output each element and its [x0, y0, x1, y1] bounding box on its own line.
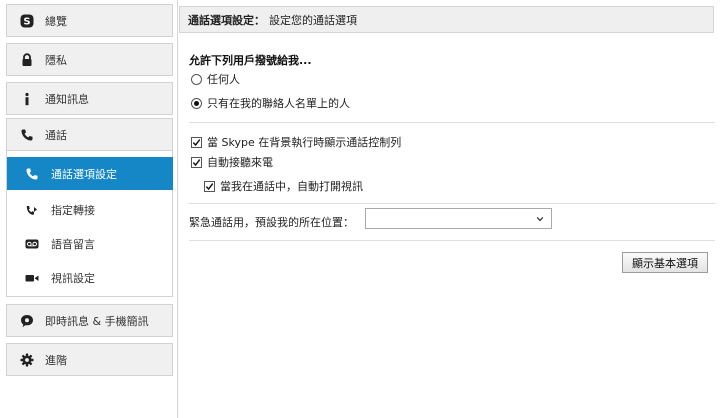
sidebar-item-label: 通知訊息	[45, 92, 89, 106]
panel-header: 通話選項設定： 設定您的通話選項	[179, 6, 714, 33]
checkbox-label: 當我在通話中，自動打開視訊	[220, 180, 363, 193]
checkbox-checked[interactable]	[191, 156, 202, 168]
divider	[189, 240, 715, 241]
sidebar-item-privacy[interactable]: 隱私	[6, 43, 173, 76]
checkmark-icon	[192, 138, 201, 146]
checkbox-auto-start-video[interactable]: 當我在通話中，自動打開視訊	[204, 178, 363, 194]
show-basic-options-button[interactable]: 顯示基本選項	[622, 252, 708, 273]
sidebar-subitem-label: 視訊設定	[51, 271, 95, 285]
sidebar-item-call-forwarding[interactable]: 指定轉接	[7, 193, 173, 226]
panel-subtitle: 設定您的通話選項	[269, 13, 357, 27]
radio-label: 只有在我的聯絡人名單上的人	[207, 97, 350, 110]
calls-submenu: 通話選項設定 指定轉接 語音留言 視訊設定	[6, 151, 173, 297]
radio-button-checked[interactable]	[191, 97, 202, 109]
checkbox-checked[interactable]	[204, 180, 215, 192]
checkmark-icon	[205, 182, 214, 190]
sidebar-subitem-label: 語音留言	[51, 237, 95, 251]
settings-sidebar: S 總覽 隱私 通知訊息 通話 通話選項設定 指定轉接 語音留言 視訊設定 即時…	[0, 0, 178, 418]
sidebar-item-calls[interactable]: 通話	[6, 118, 173, 151]
sidebar-item-general[interactable]: S 總覽	[6, 4, 173, 37]
sidebar-item-label: 通話	[45, 128, 67, 142]
info-icon	[20, 92, 34, 106]
video-camera-icon	[25, 271, 39, 285]
sidebar-item-call-settings[interactable]: 通話選項設定	[7, 157, 173, 190]
call-settings-panel: 通話選項設定： 設定您的通話選項 允許下列用戶撥號給我... 任何人 只有在我的…	[179, 0, 720, 418]
checkbox-show-call-controls[interactable]: 當 Skype 在背景執行時顯示通話控制列	[191, 134, 401, 150]
skype-icon: S	[20, 14, 34, 28]
voicemail-icon	[25, 237, 39, 251]
radio-anyone[interactable]: 任何人	[191, 71, 240, 87]
sidebar-item-label: 總覽	[45, 14, 67, 28]
sidebar-subitem-label: 通話選項設定	[51, 167, 117, 181]
sidebar-item-messaging-sms[interactable]: 即時訊息 & 手機簡訊	[6, 304, 173, 337]
radio-contacts-only[interactable]: 只有在我的聯絡人名單上的人	[191, 95, 350, 111]
emergency-location-dropdown[interactable]	[365, 208, 552, 229]
sidebar-item-advanced[interactable]: 進階	[6, 343, 173, 376]
checkbox-auto-answer[interactable]: 自動接聽來電	[191, 154, 273, 170]
checkbox-checked[interactable]	[191, 136, 202, 148]
call-forward-icon	[25, 203, 39, 217]
panel-title: 通話選項設定：	[188, 13, 265, 27]
sidebar-subitem-label: 指定轉接	[51, 203, 95, 217]
checkmark-icon	[192, 158, 201, 166]
sidebar-item-label: 即時訊息 & 手機簡訊	[45, 314, 149, 328]
divider	[189, 203, 715, 204]
radio-button-unchecked[interactable]	[191, 73, 202, 85]
svg-text:S: S	[23, 16, 30, 27]
sidebar-item-label: 進階	[45, 353, 67, 367]
checkbox-label: 當 Skype 在背景執行時顯示通話控制列	[207, 136, 402, 149]
checkbox-label: 自動接聽來電	[207, 156, 273, 169]
gear-icon	[20, 353, 34, 367]
chevron-down-icon	[536, 216, 544, 222]
sidebar-item-video-settings[interactable]: 視訊設定	[7, 261, 173, 294]
divider	[189, 122, 715, 123]
phone-icon	[25, 167, 39, 181]
emergency-location-label: 緊急通話用，預設我的所在位置：	[189, 216, 354, 229]
lock-icon	[20, 52, 34, 67]
sidebar-item-notifications[interactable]: 通知訊息	[6, 82, 173, 115]
sidebar-item-voicemail[interactable]: 語音留言	[7, 227, 173, 260]
allow-calls-title: 允許下列用戶撥號給我...	[189, 54, 312, 67]
sidebar-item-label: 隱私	[45, 53, 67, 67]
phone-icon	[20, 128, 34, 142]
radio-label: 任何人	[207, 73, 240, 86]
chat-bubble-icon	[20, 314, 34, 328]
